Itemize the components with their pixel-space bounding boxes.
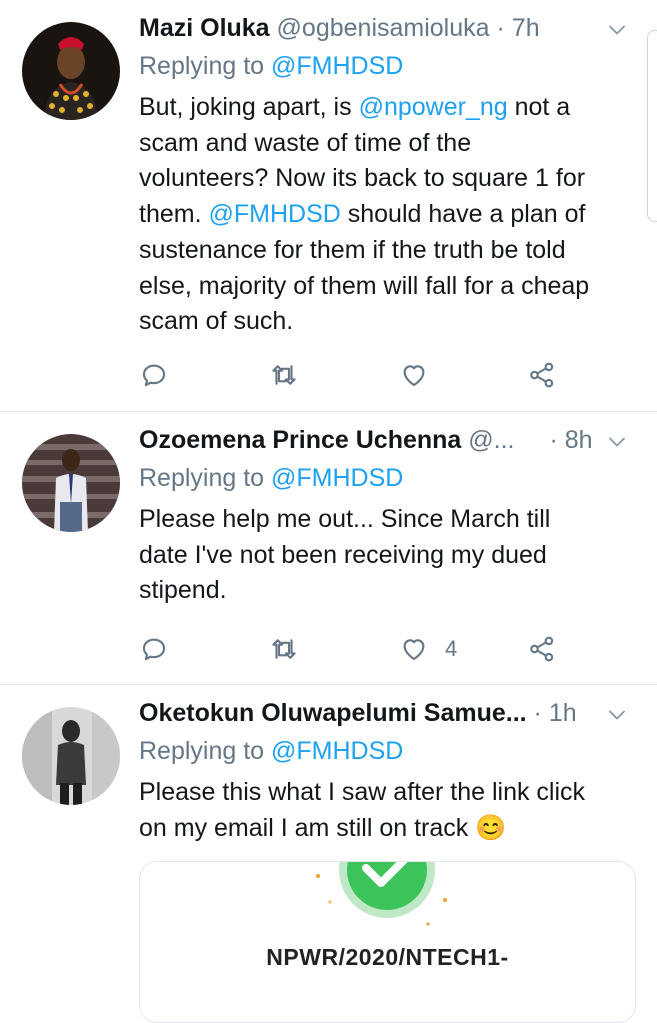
chevron-down-icon[interactable] (605, 703, 629, 727)
tweet-actions: 4 (139, 632, 559, 666)
share-button[interactable] (527, 632, 557, 666)
text-segment: should have a plan of (340, 200, 586, 229)
replying-label: Replying to (139, 737, 265, 765)
text-line: on my email I am still on track 😊 (139, 813, 507, 842)
reply-mention-link[interactable]: @FMHDSD (271, 464, 403, 492)
reply-mention-link[interactable]: @FMHDSD (271, 52, 403, 80)
separator-dot: · (496, 14, 505, 42)
reply-button[interactable] (139, 358, 169, 392)
text-segment: them. (139, 200, 209, 229)
tweet-header: Ozoemena Prince Uchenna @... · 8h (139, 426, 637, 460)
display-name[interactable]: Ozoemena Prince Uchenna (139, 426, 461, 454)
text-line: else, majority of them will fall for a c… (139, 271, 590, 300)
retweet-button[interactable] (269, 632, 299, 666)
text-line: Please help me out... Since March till (139, 505, 551, 533)
retweet-button[interactable] (269, 358, 299, 392)
reply-icon (139, 360, 169, 390)
replying-to: Replying to @FMHDSD (139, 464, 403, 493)
separator-dot: · (533, 699, 542, 727)
check-icon (316, 862, 447, 926)
avatar[interactable] (22, 22, 120, 120)
text-line: date I've not been receiving my dued (139, 540, 547, 569)
replying-label: Replying to (139, 464, 265, 492)
display-name[interactable]: Oketokun Oluwapelumi Samue... (139, 699, 527, 727)
tweet-text: Please help me out... Since March till d… (139, 502, 639, 609)
text-line: Please this what I saw after the link cl… (139, 778, 586, 806)
text-segment: not a (507, 93, 571, 121)
tweet-text: Please this what I saw after the link cl… (139, 775, 639, 846)
separator-dot: · (549, 426, 558, 454)
timestamp[interactable]: 8h (565, 426, 593, 454)
tweet-header: Oketokun Oluwapelumi Samue... · 1h (139, 699, 637, 733)
text-line: scam of such. (139, 307, 294, 336)
like-icon (399, 634, 429, 664)
replying-label: Replying to (139, 52, 265, 80)
share-icon (527, 634, 557, 664)
timestamp[interactable]: 1h (549, 699, 577, 727)
text-segment: But, joking apart, is (139, 93, 359, 121)
user-handle[interactable]: @ogbenisamioluka (277, 14, 490, 42)
tweet[interactable]: Ozoemena Prince Uchenna @... · 8h Replyi… (0, 412, 657, 685)
display-name[interactable]: Mazi Oluka (139, 14, 270, 42)
tweet-actions (139, 358, 559, 392)
avatar[interactable] (22, 707, 120, 805)
tweet[interactable]: Mazi Oluka @ogbenisamioluka · 7h Replyin… (0, 0, 657, 412)
like-count: 4 (445, 636, 458, 661)
tweet-text: But, joking apart, is @npower_ng not a s… (139, 90, 639, 340)
timestamp[interactable]: 7h (512, 14, 540, 42)
avatar[interactable] (22, 434, 120, 532)
replying-to: Replying to @FMHDSD (139, 737, 403, 766)
like-button[interactable]: 4 (399, 632, 457, 666)
reply-mention-link[interactable]: @FMHDSD (271, 737, 403, 765)
mention-link[interactable]: @FMHDSD (208, 200, 340, 228)
text-line: sustenance for them if the truth be told (139, 235, 566, 264)
share-button[interactable] (527, 358, 557, 392)
share-icon (527, 360, 557, 390)
retweet-icon (269, 634, 299, 664)
scrollbar[interactable] (647, 30, 657, 222)
like-button[interactable] (399, 358, 429, 392)
mention-link[interactable]: @npower_ng (359, 93, 508, 121)
retweet-icon (269, 360, 299, 390)
replying-to: Replying to @FMHDSD (139, 52, 403, 81)
text-line: stipend. (139, 576, 227, 605)
reply-button[interactable] (139, 632, 169, 666)
chevron-down-icon[interactable] (605, 430, 629, 454)
reply-icon (139, 634, 169, 664)
like-icon (399, 360, 429, 390)
tweet[interactable]: Oketokun Oluwapelumi Samue... · 1h Reply… (0, 685, 657, 1023)
card-reference-code: NPWR/2020/NTECH1- (266, 944, 509, 970)
text-line: volunteers? Now its back to square 1 for (139, 164, 586, 193)
user-handle[interactable]: @... (468, 426, 514, 454)
tweet-header: Mazi Oluka @ogbenisamioluka · 7h (139, 14, 637, 48)
media-card[interactable]: NPWR/2020/NTECH1- (139, 861, 636, 1023)
text-line: scam and waste of time of the (139, 128, 472, 157)
chevron-down-icon[interactable] (605, 18, 629, 42)
